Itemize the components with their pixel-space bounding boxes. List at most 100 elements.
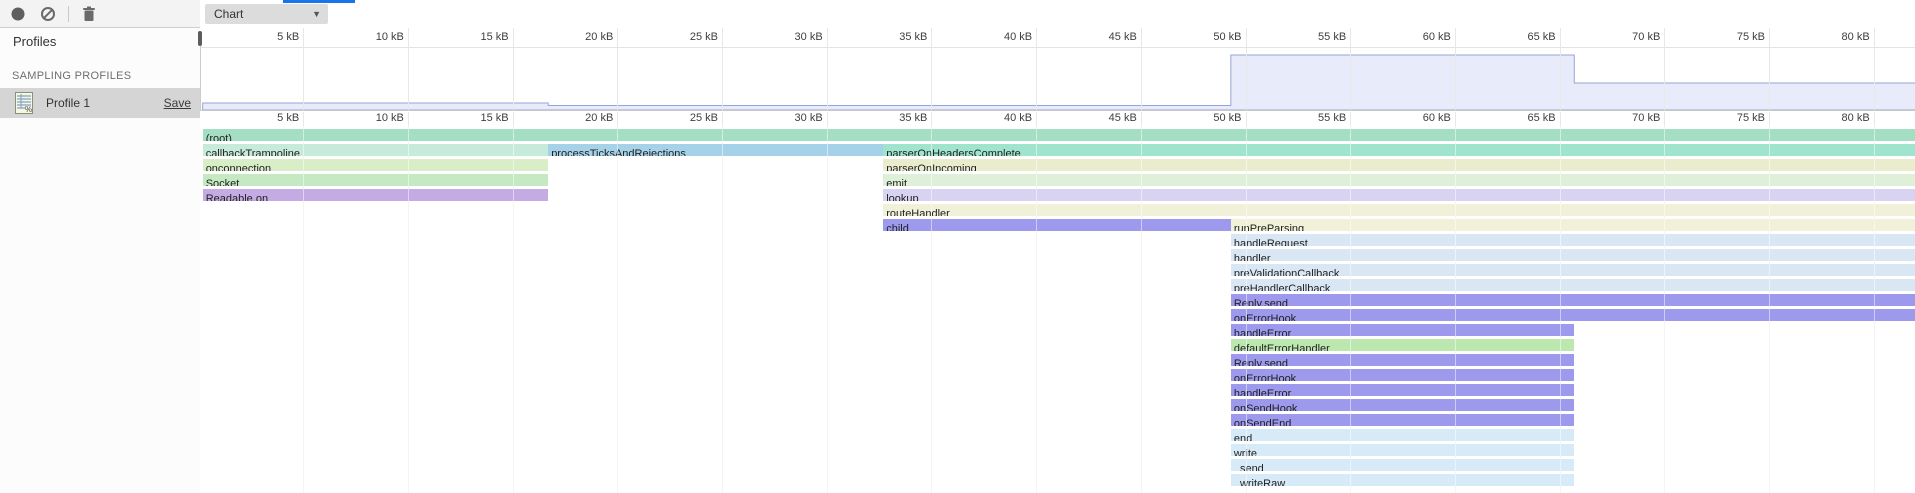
- flame-frame-Socket[interactable]: Socket: [203, 174, 549, 186]
- memory-profiler-panel: Profiles SAMPLING PROFILES % Profile 1 S…: [0, 0, 1915, 493]
- record-button[interactable]: [6, 2, 30, 26]
- tick-label: 50 kB: [1170, 112, 1242, 124]
- tick-label: 75 kB: [1693, 112, 1765, 124]
- flame-frame-handleError[interactable]: handleError: [1231, 384, 1574, 396]
- tick-label: 60 kB: [1379, 112, 1451, 124]
- view-mode-select[interactable]: Chart ▼: [205, 4, 328, 24]
- flame-frame-label: onSendHook: [1231, 403, 1298, 411]
- flame-frame-label: emit: [883, 178, 907, 186]
- tick-label: 45 kB: [1065, 31, 1137, 43]
- tick-label: 20 kB: [541, 31, 613, 43]
- tick-label: 15 kB: [437, 31, 509, 43]
- flame-frame-label: lookup: [883, 193, 918, 201]
- tick-label: 45 kB: [1065, 112, 1137, 124]
- flame-frame-callbackTrampoline[interactable]: callbackTrampoline: [203, 144, 549, 156]
- flame-chart[interactable]: (root) callbackTrampoline processTicksAndR…: [200, 126, 1915, 493]
- flame-frame-onconnection[interactable]: onconnection: [203, 159, 549, 171]
- flame-frame-label: preValidationCallback: [1231, 268, 1340, 276]
- tick-label: 60 kB: [1379, 31, 1451, 43]
- flame-frame-label: routeHandler: [883, 208, 950, 216]
- tick-label: 5 kB: [227, 31, 299, 43]
- flame-frame-handleError[interactable]: handleError: [1231, 324, 1574, 336]
- flame-frame-label: handleError: [1231, 328, 1291, 336]
- flame-frame-_writeRaw[interactable]: _writeRaw: [1231, 474, 1574, 486]
- flame-frame-parserOnHeadersComplete[interactable]: parserOnHeadersComplete: [883, 144, 1915, 156]
- flame-frame-label: onErrorHook: [1231, 373, 1296, 381]
- tick-label: 25 kB: [646, 112, 718, 124]
- tick-label: 55 kB: [1274, 112, 1346, 124]
- profiles-sidebar: Profiles SAMPLING PROFILES % Profile 1 S…: [0, 28, 200, 493]
- flame-frame-handleRequest[interactable]: handleRequest: [1231, 234, 1915, 246]
- flame-frame-label: Reply.send: [1231, 358, 1288, 366]
- sampling-profiles-section-title: SAMPLING PROFILES: [12, 70, 131, 82]
- tick-label: 5 kB: [227, 112, 299, 124]
- flame-frame-label: callbackTrampoline: [203, 148, 300, 156]
- profiles-toolbar: [0, 0, 200, 27]
- profile-name: Profile 1: [46, 96, 90, 110]
- flame-frame-preValidationCallback[interactable]: preValidationCallback: [1231, 264, 1915, 276]
- flame-frame-label: _writeRaw: [1231, 478, 1285, 486]
- tick-label: 10 kB: [332, 31, 404, 43]
- tick-label: 20 kB: [541, 112, 613, 124]
- flame-frame-onErrorHook[interactable]: onErrorHook: [1231, 309, 1915, 321]
- clear-button[interactable]: [36, 2, 60, 26]
- flame-frame-onErrorHook[interactable]: onErrorHook: [1231, 369, 1574, 381]
- flame-frame-Reply.send[interactable]: Reply.send: [1231, 354, 1574, 366]
- delete-profile-button[interactable]: [77, 2, 101, 26]
- flame-frame-Reply.send[interactable]: Reply.send: [1231, 294, 1915, 306]
- flamechart-ruler[interactable]: 5 kB10 kB15 kB20 kB25 kB30 kB35 kB40 kB4…: [200, 111, 1915, 126]
- flame-frame-label: handler: [1231, 253, 1271, 261]
- flame-frame-label: onSendEnd: [1231, 418, 1292, 426]
- flame-frame-processTicksAndRejections[interactable]: processTicksAndRejections: [548, 144, 883, 156]
- flame-frame-end[interactable]: end: [1231, 429, 1574, 441]
- flame-frame-onSendHook[interactable]: onSendHook: [1231, 399, 1574, 411]
- flame-frame-write_[interactable]: write_: [1231, 444, 1574, 456]
- tick-label: 35 kB: [855, 31, 927, 43]
- flame-frame-label: onErrorHook: [1231, 313, 1296, 321]
- save-profile-link[interactable]: Save: [164, 96, 191, 110]
- overview-ruler[interactable]: 5 kB10 kB15 kB20 kB25 kB30 kB35 kB40 kB4…: [200, 28, 1915, 47]
- flame-frame-preHandlerCallback[interactable]: preHandlerCallback: [1231, 279, 1915, 291]
- flame-frame-child[interactable]: child: [883, 219, 1231, 231]
- tick-label: 65 kB: [1484, 31, 1556, 43]
- flame-frame-routeHandler[interactable]: routeHandler: [883, 204, 1915, 216]
- tick-label: 10 kB: [332, 112, 404, 124]
- tick-label: 25 kB: [646, 31, 718, 43]
- flame-frame-defaultErrorHandler[interactable]: defaultErrorHandler: [1231, 339, 1574, 351]
- record-icon: [10, 6, 26, 22]
- toolbar-separator: [68, 6, 69, 22]
- tick-label: 55 kB: [1274, 31, 1346, 43]
- flame-frame-onSendEnd[interactable]: onSendEnd: [1231, 414, 1574, 426]
- flame-frame-label: parserOnIncoming: [883, 163, 977, 171]
- trash-icon: [82, 6, 96, 22]
- flame-frame-runPreParsing[interactable]: runPreParsing: [1231, 219, 1915, 231]
- flame-frame-handler[interactable]: handler: [1231, 249, 1915, 261]
- flame-frame-label: end: [1231, 433, 1252, 441]
- flame-frame-_send[interactable]: _send: [1231, 459, 1574, 471]
- tick-label: 65 kB: [1484, 112, 1556, 124]
- flame-frame-label: child: [883, 223, 909, 231]
- flame-frame-label: handleError: [1231, 388, 1291, 396]
- clear-icon: [40, 6, 56, 22]
- flame-frame-parserOnIncoming[interactable]: parserOnIncoming: [883, 159, 1915, 171]
- flame-frame-emit[interactable]: emit: [883, 174, 1915, 186]
- view-mode-value: Chart: [214, 7, 243, 21]
- flame-frame-label: preHandlerCallback: [1231, 283, 1331, 291]
- flame-frame-Readable.on[interactable]: Readable.on: [203, 189, 549, 201]
- tick-label: 40 kB: [960, 31, 1032, 43]
- tick-label: 80 kB: [1798, 31, 1870, 43]
- flame-frame-label: write_: [1231, 448, 1263, 456]
- flame-frame-label: (root): [203, 133, 232, 141]
- flame-frame-label: processTicksAndRejections: [548, 148, 686, 156]
- flame-frame-label: Readable.on: [203, 193, 268, 201]
- tick-label: 35 kB: [855, 112, 927, 124]
- flame-frame-lookup[interactable]: lookup: [883, 189, 1915, 201]
- flame-frame-label: handleRequest: [1231, 238, 1308, 246]
- chevron-down-icon: ▼: [312, 9, 321, 19]
- flame-frame-label: _send: [1231, 463, 1264, 471]
- sidebar-item-profile-1[interactable]: % Profile 1 Save: [0, 88, 200, 118]
- flame-frame-label: Socket: [203, 178, 240, 186]
- tick-label: 50 kB: [1170, 31, 1242, 43]
- flame-frame-root[interactable]: (root): [203, 129, 1915, 141]
- flame-frame-label: Reply.send: [1231, 298, 1288, 306]
